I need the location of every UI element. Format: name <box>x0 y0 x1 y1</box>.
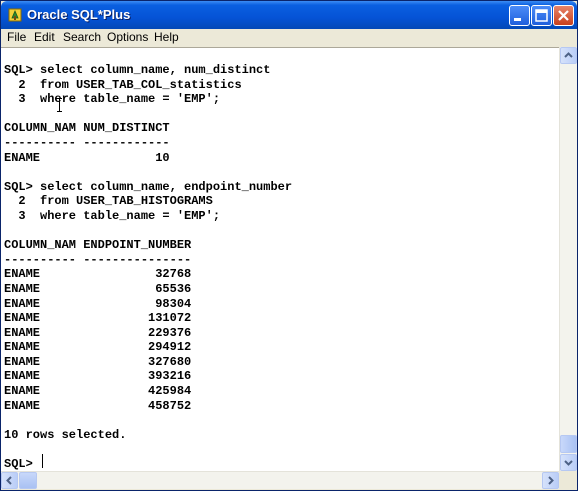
menu-help[interactable]: Help <box>154 30 179 44</box>
scroll-right-button[interactable] <box>542 472 559 489</box>
arrow-right-icon <box>548 476 554 485</box>
console-line: 3 where table_name = 'EMP'; <box>4 92 221 107</box>
scroll-up-button[interactable] <box>560 47 577 64</box>
text-caret <box>42 454 43 468</box>
console-area[interactable]: SQL> select column_name, num_distinct 2 … <box>1 47 559 472</box>
sqlplus-window: Oracle SQL*Plus File Edit Search Options… <box>0 0 578 491</box>
maximize-icon <box>535 9 548 22</box>
console-line: COLUMN_NAM NUM_DISTINCT <box>4 121 170 136</box>
arrow-up-icon <box>564 52 573 58</box>
window-title: Oracle SQL*Plus <box>27 7 131 22</box>
minimize-button[interactable] <box>509 5 530 26</box>
maximize-button[interactable] <box>531 5 552 26</box>
console-line: ENAME 65536 <box>4 281 192 296</box>
console-line: ENAME 393216 <box>4 369 192 384</box>
scrollbar-corner <box>559 471 577 489</box>
console-line: ---------- --------------- <box>4 252 192 267</box>
console-line: ENAME 98304 <box>4 296 192 311</box>
console-line: ENAME 131072 <box>4 311 192 326</box>
close-icon <box>558 10 569 21</box>
console-line: SQL> select column_name, num_distinct <box>4 63 271 77</box>
scroll-down-button[interactable] <box>560 454 577 471</box>
console-line: ENAME 327680 <box>4 354 192 369</box>
title-bar[interactable]: Oracle SQL*Plus <box>1 1 577 29</box>
console-line: 10 rows selected. <box>4 427 127 442</box>
console-line: ENAME 229376 <box>4 325 192 340</box>
horizontal-scroll-thumb[interactable] <box>19 472 37 489</box>
console-line: ENAME 458752 <box>4 398 192 413</box>
menu-options[interactable]: Options <box>107 30 148 44</box>
menu-file[interactable]: File <box>7 30 26 44</box>
console-line: ENAME 10 <box>4 150 170 165</box>
console-line: 2 from USER_TAB_COL_statistics <box>4 77 242 92</box>
vertical-scroll-thumb[interactable] <box>560 435 577 453</box>
scroll-left-button[interactable] <box>1 472 18 489</box>
console-line: ENAME 294912 <box>4 340 192 355</box>
minimize-icon <box>514 18 521 21</box>
menu-edit[interactable]: Edit <box>34 30 55 44</box>
console-output: SQL> select column_name, num_distinct 2 … <box>4 63 292 472</box>
menu-bar: File Edit Search Options Help <box>1 29 577 47</box>
console-line: ---------- ------------ <box>4 135 170 150</box>
arrow-left-icon <box>6 476 12 485</box>
close-button[interactable] <box>553 5 574 26</box>
console-line: ENAME 32768 <box>4 267 192 282</box>
arrow-down-icon <box>564 460 573 466</box>
console-line: 2 from USER_TAB_HISTOGRAMS <box>4 194 213 209</box>
menu-search[interactable]: Search <box>63 30 101 44</box>
console-line: SQL> <box>4 457 41 472</box>
ibeam-cursor-icon <box>57 98 62 112</box>
console-line: 3 where table_name = 'EMP'; <box>4 208 221 223</box>
horizontal-scrollbar[interactable] <box>1 471 559 489</box>
console-line: ENAME 425984 <box>4 384 192 399</box>
console-line: SQL> select column_name, endpoint_number <box>4 179 293 194</box>
console-line: COLUMN_NAM ENDPOINT_NUMBER <box>4 238 192 253</box>
vertical-scrollbar[interactable] <box>559 47 577 471</box>
sqlplus-app-icon <box>8 8 22 22</box>
